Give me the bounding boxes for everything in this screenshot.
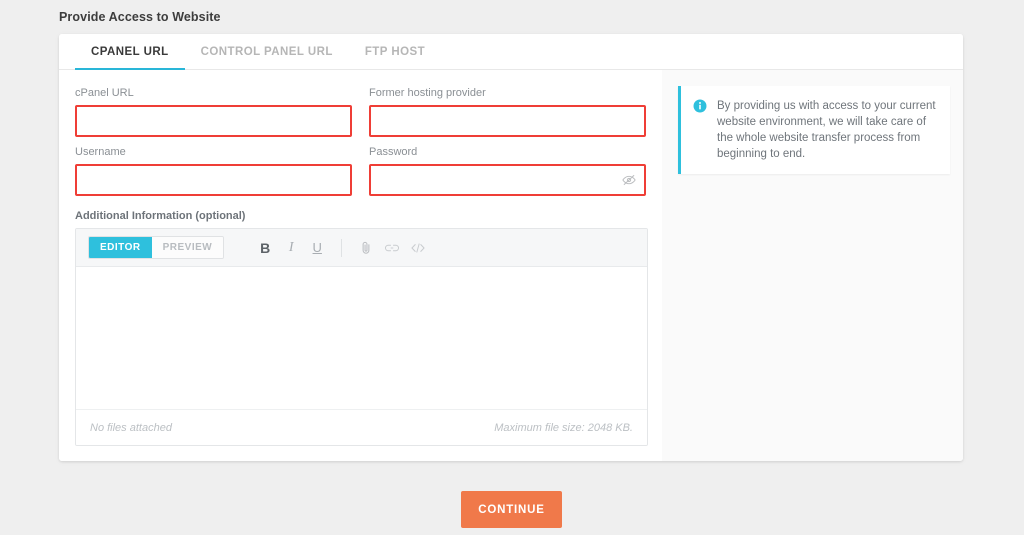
additional-information-label: Additional Information (optional): [75, 210, 246, 222]
code-icon: [411, 242, 425, 253]
cpanel-url-input[interactable]: [75, 105, 352, 137]
attachments-status: No files attached: [90, 421, 172, 434]
tab-ftp-host-label: FTP HOST: [364, 45, 426, 58]
password-input-wrap: [369, 164, 646, 196]
info-circle-icon: [693, 99, 707, 113]
field-password: Password: [369, 145, 646, 196]
cpanel-url-label: cPanel URL: [75, 87, 134, 99]
editor-footer: No files attached Maximum file size: 204…: [76, 409, 647, 445]
info-column: By providing us with access to your curr…: [662, 70, 963, 461]
eye-slash-icon[interactable]: [622, 173, 636, 187]
info-box: By providing us with access to your curr…: [678, 86, 950, 174]
insert-link-button[interactable]: [379, 236, 405, 260]
username-label: Username: [75, 146, 126, 158]
link-icon: [385, 244, 400, 251]
page-title: Provide Access to Website: [59, 10, 221, 24]
username-input[interactable]: [75, 164, 352, 196]
paperclip-icon: [362, 241, 370, 254]
info-text: By providing us with access to your curr…: [717, 100, 936, 160]
former-hosting-provider-label: Former hosting provider: [369, 87, 486, 99]
toolbar-divider: [341, 238, 343, 257]
field-row-1: cPanel URL Former hosting provider: [75, 86, 646, 145]
form-column: cPanel URL Former hosting provider Usern…: [59, 70, 662, 461]
max-file-size-note: Maximum file size: 2048 KB.: [494, 421, 633, 434]
former-hosting-provider-input-wrap: [369, 105, 646, 137]
tab-cpanel-url[interactable]: CPANEL URL: [75, 34, 185, 70]
access-card: CPANEL URL CONTROL PANEL URL FTP HOST cP…: [59, 34, 963, 461]
editor-mode-preview-button[interactable]: PREVIEW: [151, 237, 224, 258]
former-hosting-provider-input[interactable]: [369, 105, 646, 137]
cpanel-url-input-wrap: [75, 105, 352, 137]
editor-text-area[interactable]: [76, 267, 647, 409]
insert-code-button[interactable]: [405, 236, 431, 260]
tab-ftp-host[interactable]: FTP HOST: [349, 34, 441, 69]
field-row-2: Username Password: [75, 145, 646, 204]
tab-cpanel-url-label: CPANEL URL: [91, 45, 169, 58]
password-label: Password: [369, 146, 418, 158]
underline-button[interactable]: U: [304, 236, 330, 260]
tab-control-panel-url-label: CONTROL PANEL URL: [200, 45, 333, 58]
editor-mode-toggle: EDITOR PREVIEW: [88, 236, 225, 259]
field-username: Username: [75, 145, 352, 196]
tab-bar: CPANEL URL CONTROL PANEL URL FTP HOST: [59, 34, 963, 70]
field-former-hosting-provider: Former hosting provider: [369, 86, 646, 137]
italic-button[interactable]: I: [278, 236, 304, 260]
editor-toolbar: EDITOR PREVIEW B I U: [76, 229, 647, 267]
card-body: cPanel URL Former hosting provider Usern…: [59, 70, 963, 461]
password-input[interactable]: [369, 164, 646, 196]
continue-button[interactable]: CONTINUE: [461, 491, 562, 528]
username-input-wrap: [75, 164, 352, 196]
page-root: Provide Access to Website CPANEL URL CON…: [0, 0, 1024, 535]
field-cpanel-url: cPanel URL: [75, 86, 352, 137]
tab-control-panel-url[interactable]: CONTROL PANEL URL: [185, 34, 349, 69]
editor-mode-editor-button[interactable]: EDITOR: [89, 237, 152, 258]
attach-file-button[interactable]: [353, 236, 379, 260]
bold-button[interactable]: B: [252, 236, 278, 260]
additional-information-editor: EDITOR PREVIEW B I U No files attached M…: [75, 228, 648, 446]
